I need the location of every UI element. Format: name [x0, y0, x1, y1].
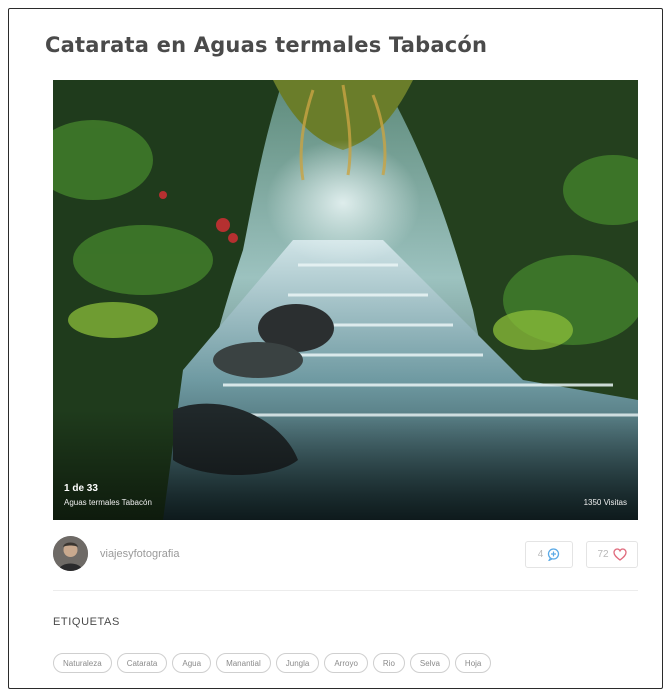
- like-button[interactable]: 72: [586, 541, 638, 568]
- comment-icon: [547, 548, 560, 561]
- tag-list: Naturaleza Catarata Agua Manantial Jungl…: [53, 653, 653, 673]
- photo-viewer[interactable]: 1 de 33 Aguas termales Tabacón 1350 Visi…: [53, 80, 638, 520]
- tag-catarata[interactable]: Catarata: [116, 653, 168, 673]
- author-avatar[interactable]: [53, 536, 88, 571]
- tags-heading: ETIQUETAS: [53, 616, 120, 628]
- photo-caption: Aguas termales Tabacón: [64, 498, 152, 507]
- author-row: viajesyfotografia 4 72: [53, 536, 638, 576]
- section-divider: [53, 590, 638, 591]
- tag-jungla[interactable]: Jungla: [275, 653, 320, 673]
- likes-count: 72: [597, 549, 609, 560]
- tag-agua[interactable]: Agua: [172, 653, 212, 673]
- heart-icon: [612, 548, 627, 561]
- avatar-image: [53, 536, 88, 571]
- tag-selva[interactable]: Selva: [409, 653, 450, 673]
- comments-button[interactable]: 4: [525, 541, 573, 568]
- tag-arroyo[interactable]: Arroyo: [324, 653, 368, 673]
- tag-hoja[interactable]: Hoja: [454, 653, 492, 673]
- waterfall-photo[interactable]: [53, 80, 638, 520]
- tag-manantial[interactable]: Manantial: [216, 653, 271, 673]
- tag-naturaleza[interactable]: Naturaleza: [53, 653, 112, 673]
- comments-count: 4: [537, 549, 544, 560]
- photo-view-count: 1350 Visitas: [583, 498, 627, 507]
- tag-rio[interactable]: Rio: [372, 653, 405, 673]
- post-title: Catarata en Aguas termales Tabacón: [45, 33, 488, 57]
- photo-counter: 1 de 33: [64, 483, 98, 494]
- author-name[interactable]: viajesyfotografia: [100, 548, 180, 560]
